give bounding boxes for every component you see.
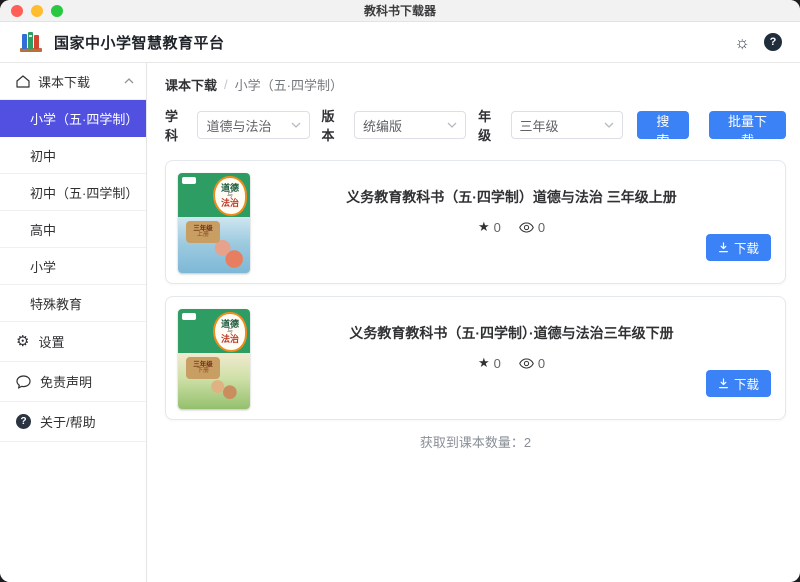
sidebar-item-label: 初中 <box>30 146 56 165</box>
header-actions: ☼ ? <box>734 33 782 51</box>
publisher-logo-icon <box>182 177 196 184</box>
sidebar-item-label: 小学（五·四学制） <box>30 109 138 128</box>
download-label: 下载 <box>734 374 759 393</box>
home-icon <box>16 75 30 88</box>
view-count: 0 <box>538 356 545 371</box>
sidebar-item-settings[interactable]: ⚙ 设置 <box>0 322 146 362</box>
cover-subject-line1: 道德 <box>221 184 239 193</box>
publisher-logo-icon <box>182 313 196 320</box>
star-stat: ★ 0 <box>478 355 501 371</box>
star-icon: ★ <box>478 355 490 371</box>
sidebar-item-special-education[interactable]: 特殊教育 <box>0 285 146 322</box>
titlebar: 教科书下载器 <box>0 0 800 22</box>
eye-icon <box>519 222 534 233</box>
sidebar-item-junior[interactable]: 初中 <box>0 137 146 174</box>
sun-icon[interactable]: ☼ <box>734 34 750 51</box>
book-info: 义务教育教科书（五·四学制）道德与法治 三年级上册 ★ 0 0 <box>250 173 773 271</box>
download-icon <box>718 378 729 389</box>
breadcrumb-separator: / <box>224 77 228 92</box>
download-button[interactable]: 下载 <box>706 370 771 397</box>
star-count: 0 <box>494 220 501 235</box>
download-label: 下载 <box>734 238 759 257</box>
filter-toolbar: 学科 道德与法治 版本 统编版 年级 三年级 搜索 批量下载 <box>165 106 786 144</box>
window-title: 教科书下载器 <box>0 2 800 19</box>
sidebar-item-primary[interactable]: 小学 <box>0 248 146 285</box>
sidebar-item-primary-5-4[interactable]: 小学（五·四学制） <box>0 100 146 137</box>
sidebar-item-label: 设置 <box>38 332 64 351</box>
chevron-down-icon <box>291 122 301 128</box>
app-window: 教科书下载器 国家中小学智慧教育平台 ☼ ? 课本下 <box>0 0 800 582</box>
speech-bubble-icon <box>16 375 31 389</box>
book-cover-image: 道德 与 法治 三年级 下册 <box>178 309 250 409</box>
book-card: 道德 与 法治 三年级 下册 义务教育教科书（五·四学制）·道德与法治三年级下册 <box>165 296 786 420</box>
sidebar-item-label: 初中（五·四学制） <box>30 183 138 202</box>
cover-subject-line1: 道德 <box>221 320 239 329</box>
main-content: 课本下载 / 小学（五·四学制） 学科 道德与法治 版本 统编版 年级 三年级 <box>147 63 800 582</box>
cover-volume: 下册 <box>197 368 209 375</box>
sidebar-item-senior[interactable]: 高中 <box>0 211 146 248</box>
star-stat: ★ 0 <box>478 219 501 235</box>
grade-select[interactable]: 三年级 <box>511 111 623 139</box>
views-stat: 0 <box>519 356 545 371</box>
eye-icon <box>519 358 534 369</box>
sidebar-item-label: 小学 <box>30 257 56 276</box>
subject-label: 学科 <box>165 106 189 144</box>
subject-select[interactable]: 道德与法治 <box>197 111 309 139</box>
view-count: 0 <box>538 220 545 235</box>
star-icon: ★ <box>478 219 490 235</box>
sidebar-group-label: 课本下载 <box>38 72 90 91</box>
grade-select-value: 三年级 <box>520 116 559 135</box>
chevron-down-icon <box>447 122 457 128</box>
book-stats: ★ 0 0 <box>478 219 545 235</box>
edition-select[interactable]: 统编版 <box>354 111 466 139</box>
star-count: 0 <box>494 356 501 371</box>
cover-subject-line2: 法治 <box>221 199 239 208</box>
gear-icon: ⚙ <box>16 334 29 349</box>
cover-subject-badge: 道德 与 法治 <box>213 176 247 216</box>
sidebar-item-disclaimer[interactable]: 免责声明 <box>0 362 146 402</box>
sidebar-item-junior-5-4[interactable]: 初中（五·四学制） <box>0 174 146 211</box>
chevron-up-icon <box>124 78 134 84</box>
book-stats: ★ 0 0 <box>478 355 545 371</box>
books-logo-icon <box>18 30 44 54</box>
sidebar-item-label: 关于/帮助 <box>40 412 96 431</box>
cover-header: 道德 与 法治 <box>178 309 250 353</box>
sidebar-item-label: 免责声明 <box>40 372 92 391</box>
cover-volume: 上册 <box>197 232 209 239</box>
cover-grade-tag: 三年级 下册 <box>186 357 220 379</box>
breadcrumb-parent[interactable]: 课本下载 <box>165 75 217 94</box>
cover-header: 道德 与 法治 <box>178 173 250 217</box>
search-button[interactable]: 搜索 <box>637 111 689 139</box>
grade-label: 年级 <box>478 106 502 144</box>
edition-label: 版本 <box>322 106 346 144</box>
cover-subject-line2: 法治 <box>221 335 239 344</box>
sidebar-item-label: 高中 <box>30 220 56 239</box>
views-stat: 0 <box>519 220 545 235</box>
sidebar-item-about-help[interactable]: ? 关于/帮助 <box>0 402 146 442</box>
download-button[interactable]: 下载 <box>706 234 771 261</box>
book-title: 义务教育教科书（五·四学制）道德与法治 三年级上册 <box>346 187 677 207</box>
subject-select-value: 道德与法治 <box>206 116 271 135</box>
edition-select-value: 统编版 <box>363 116 402 135</box>
chevron-down-icon <box>604 122 614 128</box>
cover-grade-tag: 三年级 上册 <box>186 221 220 243</box>
app-body: 课本下载 小学（五·四学制） 初中 初中（五·四学制） 高中 小学 特殊教育 <box>0 63 800 582</box>
cover-subject-badge: 道德 与 法治 <box>213 312 247 352</box>
sidebar-group-textbook-download[interactable]: 课本下载 <box>0 63 146 100</box>
batch-download-button[interactable]: 批量下载 <box>709 111 786 139</box>
sidebar: 课本下载 小学（五·四学制） 初中 初中（五·四学制） 高中 小学 特殊教育 <box>0 63 147 582</box>
breadcrumb: 课本下载 / 小学（五·四学制） <box>165 75 786 94</box>
book-info: 义务教育教科书（五·四学制）·道德与法治三年级下册 ★ 0 0 <box>250 309 773 407</box>
book-cover-image: 道德 与 法治 三年级 上册 <box>178 173 250 273</box>
download-icon <box>718 242 729 253</box>
app-header: 国家中小学智慧教育平台 ☼ ? <box>0 22 800 63</box>
question-circle-icon: ? <box>16 414 31 429</box>
sidebar-item-label: 特殊教育 <box>30 294 82 313</box>
breadcrumb-current: 小学（五·四学制） <box>235 75 343 94</box>
page-title: 国家中小学智慧教育平台 <box>54 32 225 53</box>
question-circle-icon[interactable]: ? <box>764 33 782 51</box>
book-card: 道德 与 法治 三年级 上册 义务教育教科书（五·四学制）道德与法治 三年级上册 <box>165 160 786 284</box>
book-title: 义务教育教科书（五·四学制）·道德与法治三年级下册 <box>349 323 673 343</box>
result-count: 获取到课本数量：2 <box>165 432 786 451</box>
